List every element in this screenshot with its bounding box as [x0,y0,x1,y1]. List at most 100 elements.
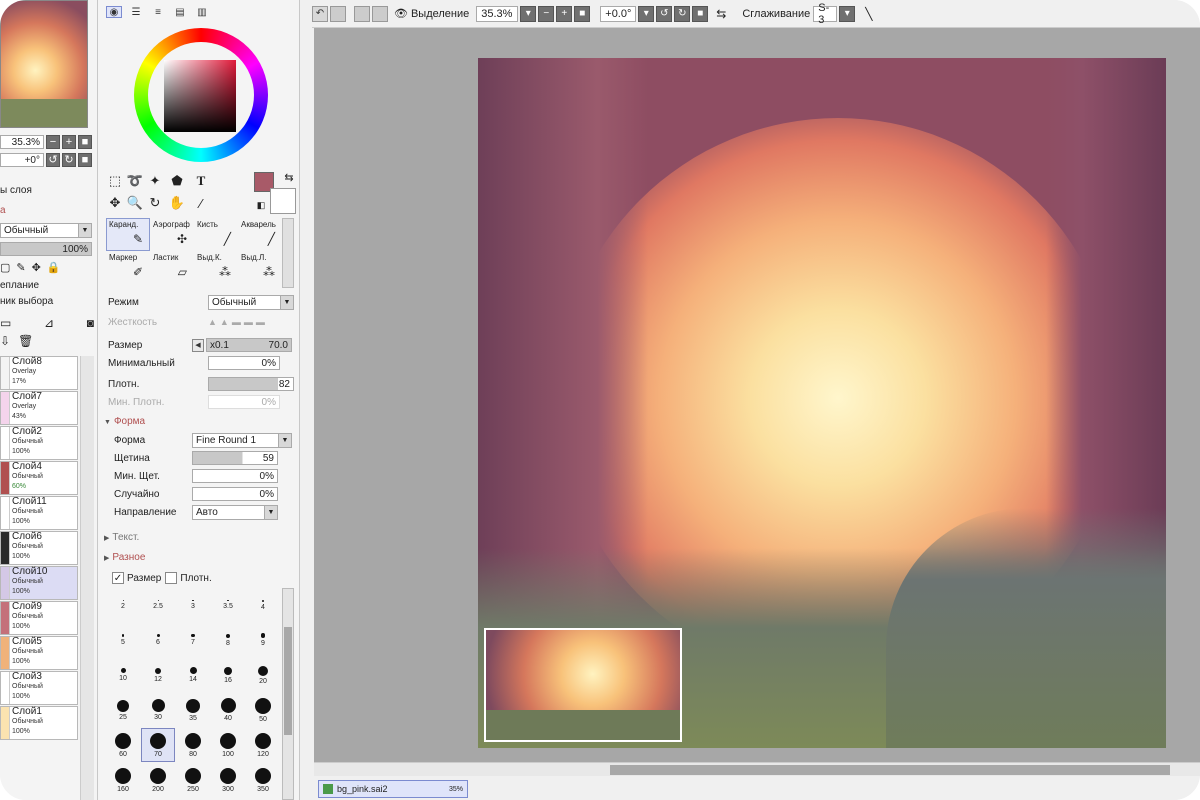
selection-label[interactable]: Выделение [411,8,469,20]
layer-row[interactable]: Слой2 Обычный 100% [0,426,78,460]
brush-slot[interactable]: Выд.Л. ⁂ [238,251,282,284]
document-tab[interactable]: bg_pink.sai2 35% [318,780,468,798]
brush-size-preset[interactable]: 30 [141,693,175,727]
undo-icon[interactable]: ↶ [312,5,328,22]
zoom-out-icon[interactable]: − [46,135,60,149]
layer-row[interactable]: Слой10 Обычный 100% [0,566,78,600]
brush-size-scrollbar[interactable] [282,588,294,800]
shape-select[interactable]: Fine Round 1 ▼ [192,432,292,448]
density-checkbox[interactable] [165,572,178,584]
zoom-dropdown-icon[interactable]: ▾ [520,5,537,22]
brush-size-preset[interactable]: 5 [106,623,140,657]
brush-size-preset[interactable]: 25 [106,693,140,727]
direction-select[interactable]: Авто ▼ [192,504,278,520]
zoom-icon[interactable]: 🔍 [126,194,144,212]
brush-size-preset[interactable]: 3 [176,588,210,622]
random-slider[interactable]: 0% [192,487,278,501]
size-checkbox[interactable]: ✓ [112,572,124,584]
brush-slot[interactable]: Ластик ▱ [150,251,194,284]
layer-list-scrollbar[interactable] [80,356,94,800]
size-slider[interactable]: x0.1 70.0 [206,338,292,352]
brush-size-preset[interactable]: 3.5 [211,588,245,622]
brush-size-scroll-thumb[interactable] [284,627,292,735]
brush-size-preset[interactable]: 8 [211,623,245,657]
mode-select[interactable]: Обычный ▼ [208,294,294,310]
invert-selection-icon[interactable] [372,5,388,22]
layer-opacity-slider[interactable]: 100% [0,242,92,256]
brush-size-preset[interactable]: 50 [246,693,280,727]
brush-size-preset[interactable]: 200 [141,763,175,797]
brush-slot[interactable]: Кисть ╱ [194,218,238,251]
brush-size-preset[interactable]: 40 [211,693,245,727]
rotate-reset-icon[interactable]: ■ [78,153,92,167]
deselect-icon[interactable] [354,5,370,22]
bristle-slider[interactable]: 59 [192,451,278,465]
brush-size-preset[interactable]: 20 [246,658,280,692]
zoom-out-icon[interactable]: − [538,5,555,22]
smoothing-dropdown-icon[interactable]: ▾ [839,5,856,22]
brush-size-preset[interactable]: 160 [106,763,140,797]
trash-icon[interactable]: 🗑 [18,334,33,348]
brush-size-preset[interactable]: 120 [246,728,280,762]
layer-row[interactable]: Слой8 Overlay 17% [0,356,78,390]
swap-colors-icon[interactable]: ⇆ [280,168,298,186]
zoom-in-icon[interactable]: + [556,5,573,22]
canvas-horizontal-scrollbar[interactable] [314,762,1200,776]
rgb-slider-tab-icon[interactable]: ☰ [128,6,144,18]
brush-size-preset[interactable]: 100 [211,728,245,762]
layer-row[interactable]: Слой3 Обычный 100% [0,671,78,705]
canvas-scroll-thumb[interactable] [610,765,1170,775]
shape-section-header[interactable]: ▼ Форма [104,416,145,427]
smoothing-field[interactable]: S-3 [813,2,838,26]
min-bristle-slider[interactable]: 0% [192,469,278,483]
brush-size-preset[interactable]: 2.5 [141,588,175,622]
brush-size-preset[interactable]: 7 [176,623,210,657]
clipping-checkbox-label[interactable]: еплание [0,280,39,291]
layer-blend-mode-select[interactable]: Обычный ▼ [0,223,92,238]
brush-slot[interactable]: Аэрограф ✣ [150,218,194,251]
zoom-field[interactable]: 35.3% [476,5,519,22]
shape-icon[interactable]: ⬟ [168,172,186,190]
brush-size-preset[interactable]: 12 [141,658,175,692]
lasso-icon[interactable]: ➰ [126,172,144,190]
layer-row[interactable]: Слой9 Обычный 100% [0,601,78,635]
brush-size-preset[interactable]: 16 [211,658,245,692]
hsv-slider-tab-icon[interactable]: ≡ [150,6,166,18]
brush-size-preset[interactable]: 14 [176,658,210,692]
zoom-reset-icon[interactable]: ■ [78,135,92,149]
flip-horizontal-icon[interactable]: ⇆ [716,7,726,21]
eyedropper-icon[interactable]: ⁄ [192,194,210,212]
rotate-right-icon[interactable]: ↻ [674,5,691,22]
mask-icon[interactable]: ◙ [87,316,94,330]
navigator-angle-field[interactable]: +0° [0,153,44,167]
layer-row[interactable]: Слой4 Обычный 60% [0,461,78,495]
zoom-in-icon[interactable]: + [62,135,76,149]
brush-grid-scrollbar[interactable] [282,218,294,288]
brush-slot[interactable]: Маркер ✐ [106,251,150,284]
density-slider[interactable]: 82 [208,377,294,391]
layer-row[interactable]: Слой1 Обычный 100% [0,706,78,740]
brush-size-preset[interactable]: 35 [176,693,210,727]
angle-dropdown-icon[interactable]: ▾ [638,5,655,22]
angle-field[interactable]: +0.0° [600,5,637,22]
move-icon[interactable]: ✥ [106,194,124,212]
saturation-value-square[interactable] [164,60,236,132]
new-folder-icon[interactable]: ⊿ [44,316,54,330]
brush-size-preset[interactable]: 2 [106,588,140,622]
zoom-reset-icon[interactable]: ■ [574,5,591,22]
lock-all-icon[interactable]: 🔒 [47,261,61,274]
rect-select-icon[interactable]: ⬚ [106,172,124,190]
layer-row[interactable]: Слой5 Обычный 100% [0,636,78,670]
brush-size-preset[interactable]: 10 [106,658,140,692]
reset-colors-icon[interactable]: ◧ [252,196,270,214]
lock-move-icon[interactable]: ✥ [32,261,41,274]
texture-section-header[interactable]: ▶ Текст. [104,532,139,543]
layer-row[interactable]: Слой7 Overlay 43% [0,391,78,425]
rotate-right-icon[interactable]: ↻ [62,153,76,167]
text-tool-icon[interactable]: T [192,172,210,190]
hardness-shape-icons[interactable]: ▲▲▬▬▬ [208,317,268,327]
background-color-swatch[interactable] [270,188,296,214]
reference-preview-image[interactable] [484,628,682,742]
palette-tab-icon[interactable]: ▤ [172,6,188,18]
brush-size-preset[interactable]: 4 [246,588,280,622]
